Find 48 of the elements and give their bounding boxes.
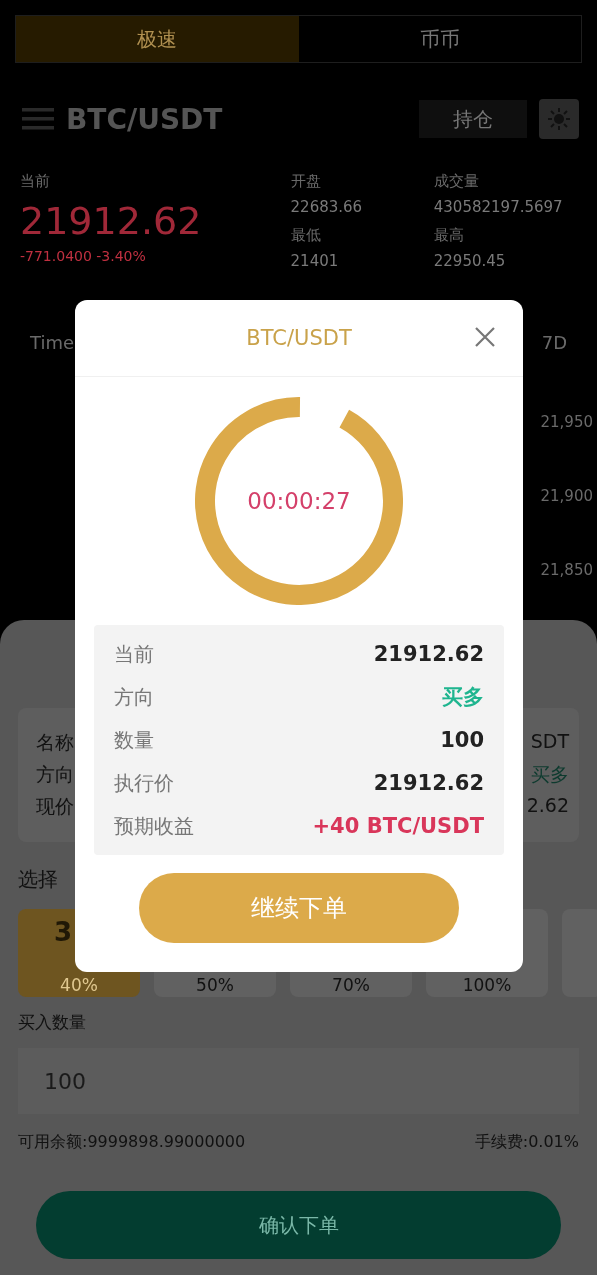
stat-label: 成交量 [433, 172, 480, 192]
summary-value: 2.62 [526, 794, 569, 818]
detail-label: 方向 [114, 683, 154, 711]
menu-icon[interactable] [22, 107, 54, 131]
stat-value: 22683.66 [290, 198, 364, 218]
sun-icon [548, 108, 570, 130]
summary-label: 现价 [36, 794, 74, 819]
position-button[interactable]: 持仓 [419, 100, 527, 138]
detail-label: 执行价 [114, 769, 174, 797]
fee-text: 手续费:0.01% [474, 1132, 579, 1153]
chart-tab[interactable]: Time [30, 332, 75, 353]
summary-value: SDT [530, 730, 569, 754]
summary-label: 名称 [36, 730, 74, 755]
detail-value: 买多 [442, 684, 484, 711]
stat-label: 开盘 [290, 172, 322, 192]
price-axis-label: 21,950 [540, 413, 593, 431]
period-label: 选择 [18, 866, 59, 893]
countdown-timer: 00:00:27 [247, 488, 351, 514]
detail-value: +40 BTC/USDT [312, 814, 484, 838]
price-change: -771.0400 -3.40% [20, 248, 147, 264]
close-icon[interactable] [475, 327, 495, 347]
dialog-title: BTC/USDT [246, 326, 352, 350]
price-axis-label: 21,850 [540, 561, 593, 579]
current-price: 21912.62 [20, 198, 203, 244]
mode-tab[interactable]: 币币 [298, 16, 581, 62]
balance-text: 可用余额:9999898.99000000 [18, 1132, 246, 1153]
detail-value: 21912.62 [373, 642, 484, 666]
current-label: 当前 [20, 172, 51, 192]
pair-title: BTC/USDT [66, 102, 224, 136]
detail-label: 预期收益 [114, 812, 194, 840]
detail-value: 21912.62 [373, 771, 484, 795]
detail-label: 当前 [114, 640, 154, 668]
stat-value: 21401 [290, 252, 340, 272]
theme-toggle-button[interactable] [539, 99, 579, 139]
detail-label: 数量 [114, 726, 154, 754]
stat-value: 22950.45 [433, 252, 507, 272]
stat-value: 430582197.5697 [433, 198, 564, 218]
chart-tab[interactable]: 7D [541, 332, 567, 353]
amount-label: 买入数量 [18, 1011, 87, 1034]
amount-input[interactable]: 100 [18, 1048, 579, 1114]
stat-label: 最低 [290, 226, 322, 246]
summary-value: 买多 [531, 762, 569, 787]
confirm-order-button[interactable]: 确认下单 [36, 1191, 561, 1259]
stat-label: 最高 [433, 226, 465, 246]
mode-tab[interactable]: 极速 [16, 16, 299, 62]
summary-label: 方向 [36, 762, 74, 787]
price-axis-label: 21,900 [540, 487, 593, 505]
detail-value: 100 [440, 728, 484, 752]
